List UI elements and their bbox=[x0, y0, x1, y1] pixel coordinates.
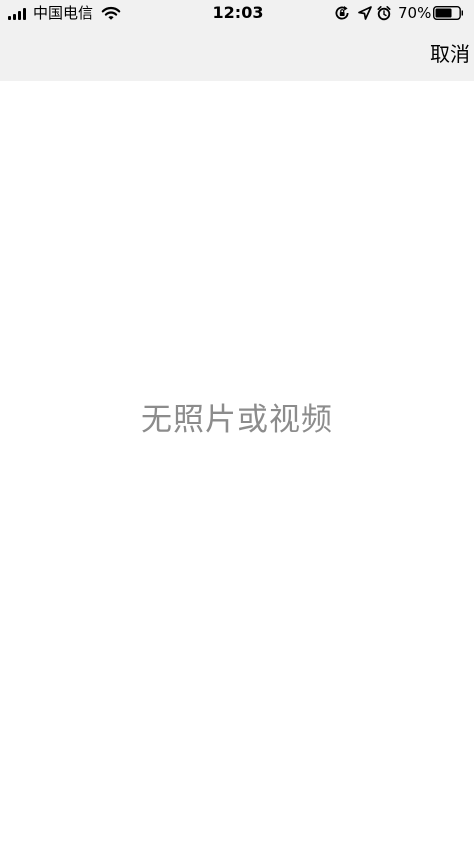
signal-icon bbox=[8, 8, 28, 20]
cancel-button[interactable]: 取消 bbox=[430, 40, 470, 68]
alarm-icon bbox=[377, 6, 391, 21]
photo-picker-screen: 中国电信 12:03 70% 取消 无照片或视频 bbox=[0, 0, 474, 843]
status-bar: 中国电信 12:03 70% bbox=[0, 0, 474, 28]
top-bar: 中国电信 12:03 70% 取消 bbox=[0, 0, 474, 81]
battery-percentage: 70% bbox=[398, 4, 432, 22]
carrier-name: 中国电信 bbox=[33, 4, 94, 22]
wifi-icon bbox=[101, 6, 121, 20]
status-time: 12:03 bbox=[212, 3, 264, 22]
screen-rotation-lock-icon bbox=[335, 6, 349, 20]
battery-icon bbox=[433, 6, 463, 20]
empty-state-message: 无照片或视频 bbox=[141, 402, 333, 438]
location-arrow-icon bbox=[358, 6, 372, 20]
